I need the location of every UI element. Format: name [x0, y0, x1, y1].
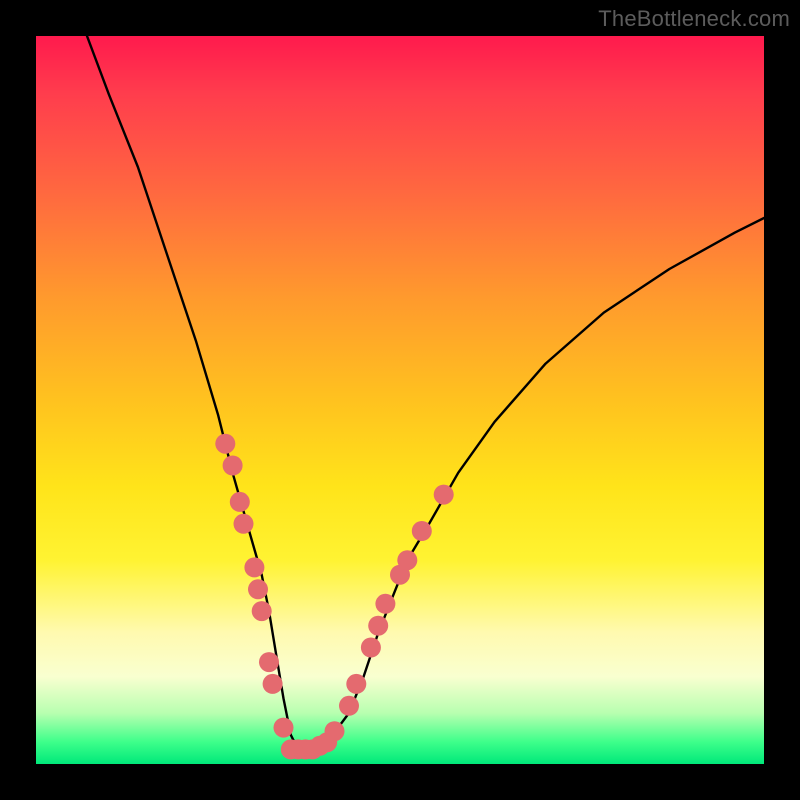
highlight-dots	[215, 434, 453, 760]
highlight-dot	[368, 616, 388, 636]
highlight-dot	[412, 521, 432, 541]
highlight-dot	[263, 674, 283, 694]
highlight-dot	[375, 594, 395, 614]
highlight-dot	[252, 601, 272, 621]
highlight-dot	[223, 456, 243, 476]
plot-area	[36, 36, 764, 764]
highlight-dot	[234, 514, 254, 534]
highlight-dot	[397, 550, 417, 570]
bottleneck-curve	[87, 36, 764, 749]
highlight-dot	[248, 579, 268, 599]
highlight-dot	[259, 652, 279, 672]
curve-svg	[36, 36, 764, 764]
highlight-dot	[346, 674, 366, 694]
watermark-text: TheBottleneck.com	[598, 6, 790, 32]
highlight-dot	[230, 492, 250, 512]
highlight-dot	[361, 638, 381, 658]
highlight-dot	[244, 557, 264, 577]
highlight-dot	[215, 434, 235, 454]
highlight-dot	[339, 696, 359, 716]
highlight-dot	[274, 718, 294, 738]
highlight-dot	[434, 485, 454, 505]
chart-frame: TheBottleneck.com	[0, 0, 800, 800]
highlight-dot	[325, 721, 345, 741]
